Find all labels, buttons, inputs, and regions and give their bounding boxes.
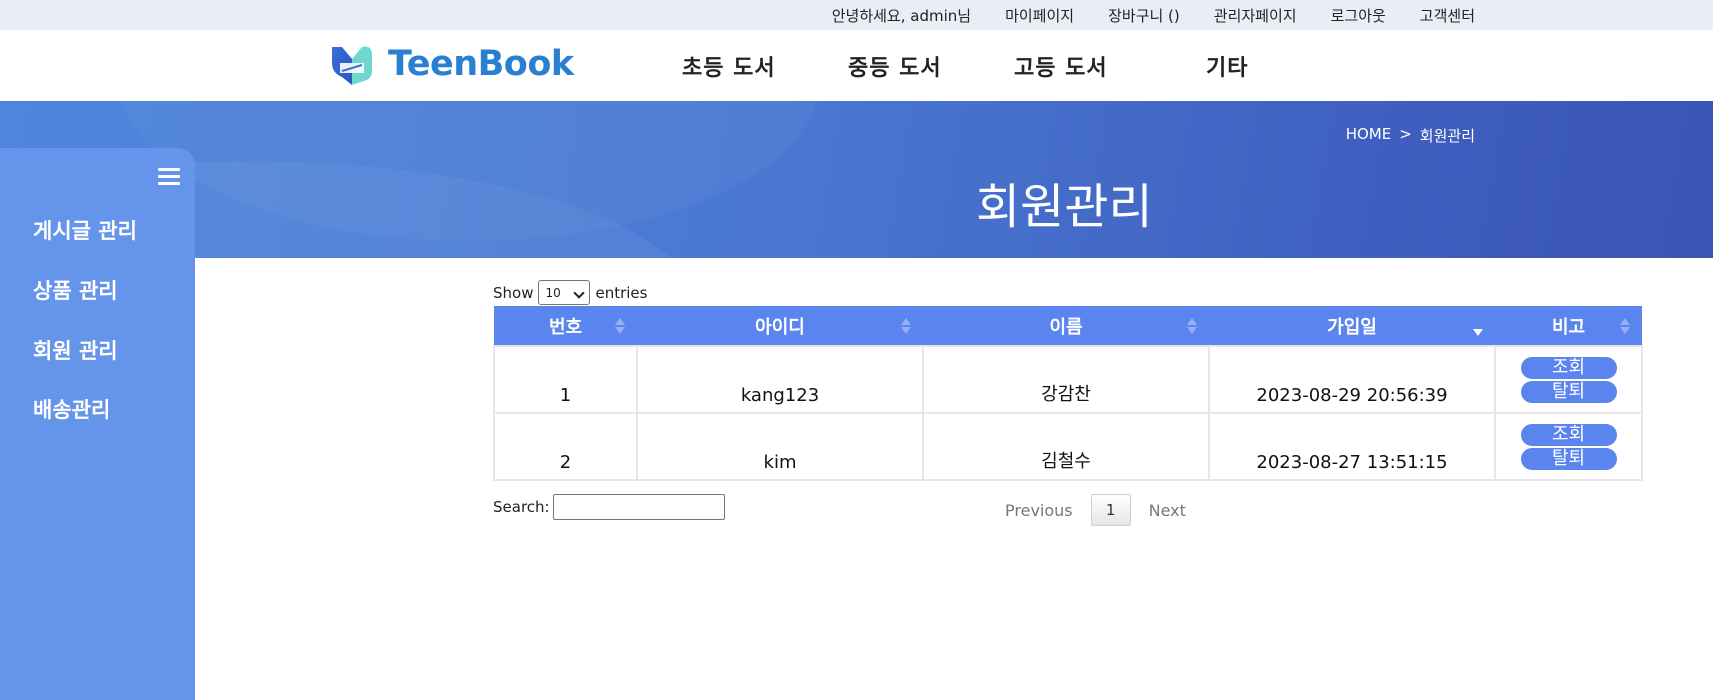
nav-elementary-books[interactable]: 초등 도서 xyxy=(682,50,776,82)
main-nav: 초등 도서 중등 도서 고등 도서 기타 xyxy=(0,30,1713,101)
site-header: TeenBook 초등 도서 중등 도서 고등 도서 기타 xyxy=(0,30,1713,101)
hamburger-menu-icon[interactable] xyxy=(158,168,180,186)
breadcrumb: HOME > 회원관리 xyxy=(1346,125,1475,146)
admin-sidebar: 게시글 관리 상품 관리 회원 관리 배송관리 xyxy=(0,148,195,700)
page-banner: HOME > 회원관리 회원관리 xyxy=(0,101,1713,258)
utility-links: 안녕하세요, admin님 마이페이지 장바구니 () 관리자페이지 로그아웃 … xyxy=(832,0,1475,30)
admin-page-link[interactable]: 관리자페이지 xyxy=(1214,5,1297,26)
cell-joined: 2023-08-27 13:51:15 xyxy=(1208,412,1496,481)
page-1-button[interactable]: 1 xyxy=(1090,494,1131,526)
view-member-button[interactable]: 조회 xyxy=(1520,356,1617,379)
column-header-number[interactable]: 번호 xyxy=(494,306,637,347)
cell-joined: 2023-08-29 20:56:39 xyxy=(1208,345,1496,414)
column-header-label: 번호 xyxy=(548,316,583,338)
column-header-joined[interactable]: 가입일 xyxy=(1209,306,1495,347)
show-label: Show xyxy=(493,283,534,302)
cart-link[interactable]: 장바구니 () xyxy=(1108,5,1180,26)
previous-page-button[interactable]: Previous xyxy=(1005,501,1073,520)
support-link[interactable]: 고객센터 xyxy=(1420,5,1475,26)
nav-high-books[interactable]: 고등 도서 xyxy=(1014,50,1108,82)
column-header-note[interactable]: 비고 xyxy=(1495,306,1642,347)
mypage-link[interactable]: 마이페이지 xyxy=(1005,5,1074,26)
logout-link[interactable]: 로그아웃 xyxy=(1331,5,1386,26)
next-page-button[interactable]: Next xyxy=(1149,501,1186,520)
breadcrumb-home[interactable]: HOME xyxy=(1346,125,1392,146)
sidebar-item-posts[interactable]: 게시글 관리 xyxy=(33,215,137,245)
breadcrumb-current: 회원관리 xyxy=(1419,127,1475,145)
withdraw-member-button[interactable]: 탈퇴 xyxy=(1520,380,1617,403)
sidebar-item-products[interactable]: 상품 관리 xyxy=(33,275,118,305)
column-header-label: 가입일 xyxy=(1327,316,1377,338)
table-header-row: 번호 아이디 이름 가입일 비고 xyxy=(494,306,1642,347)
sort-icon xyxy=(901,318,911,334)
column-header-label: 아이디 xyxy=(755,316,805,338)
table-row: 2 kim 김철수 2023-08-27 13:51:15 조회 탈퇴 xyxy=(493,412,1643,481)
nav-middle-books[interactable]: 중등 도서 xyxy=(848,50,942,82)
search-input[interactable] xyxy=(552,494,725,520)
entries-label: entries xyxy=(595,283,648,302)
column-header-label: 비고 xyxy=(1551,316,1586,338)
column-header-label: 이름 xyxy=(1049,316,1083,338)
sort-icon xyxy=(1187,318,1197,334)
table-search: Search: xyxy=(493,494,725,520)
cell-id: kang123 xyxy=(636,345,924,414)
search-label: Search: xyxy=(493,498,550,516)
withdraw-member-button[interactable]: 탈퇴 xyxy=(1520,447,1617,470)
cell-name: 강감찬 xyxy=(922,345,1210,414)
cell-actions: 조회 탈퇴 xyxy=(1494,412,1643,481)
column-header-id[interactable]: 아이디 xyxy=(637,306,923,347)
pagination: Previous 1 Next xyxy=(1005,494,1186,526)
view-member-button[interactable]: 조회 xyxy=(1520,423,1617,446)
sort-icon xyxy=(615,318,625,334)
top-utility-bar: 안녕하세요, admin님 마이페이지 장바구니 () 관리자페이지 로그아웃 … xyxy=(0,0,1713,30)
entries-select[interactable]: 10 xyxy=(538,280,591,305)
column-header-name[interactable]: 이름 xyxy=(923,306,1209,347)
cell-number: 2 xyxy=(493,412,638,481)
sort-icon xyxy=(1620,318,1630,334)
cell-name: 김철수 xyxy=(922,412,1210,481)
sidebar-item-delivery[interactable]: 배송관리 xyxy=(33,394,110,424)
nav-etc[interactable]: 기타 xyxy=(1206,50,1248,82)
sidebar-item-members[interactable]: 회원 관리 xyxy=(33,335,118,365)
breadcrumb-separator: > xyxy=(1399,125,1412,143)
members-table: 번호 아이디 이름 가입일 비고 1 kang123 강감찬 2023-08-2… xyxy=(493,306,1643,481)
sort-desc-icon xyxy=(1473,318,1483,336)
greeting-text: 안녕하세요, admin님 xyxy=(831,6,972,25)
table-row: 1 kang123 강감찬 2023-08-29 20:56:39 조회 탈퇴 xyxy=(493,345,1643,414)
cell-number: 1 xyxy=(493,345,638,414)
page-length-control: Show 10 entries xyxy=(493,280,647,305)
cell-actions: 조회 탈퇴 xyxy=(1494,345,1643,414)
entries-select-value: 10 xyxy=(545,285,561,300)
cell-id: kim xyxy=(636,412,924,481)
page-title: 회원관리 xyxy=(976,179,1153,235)
